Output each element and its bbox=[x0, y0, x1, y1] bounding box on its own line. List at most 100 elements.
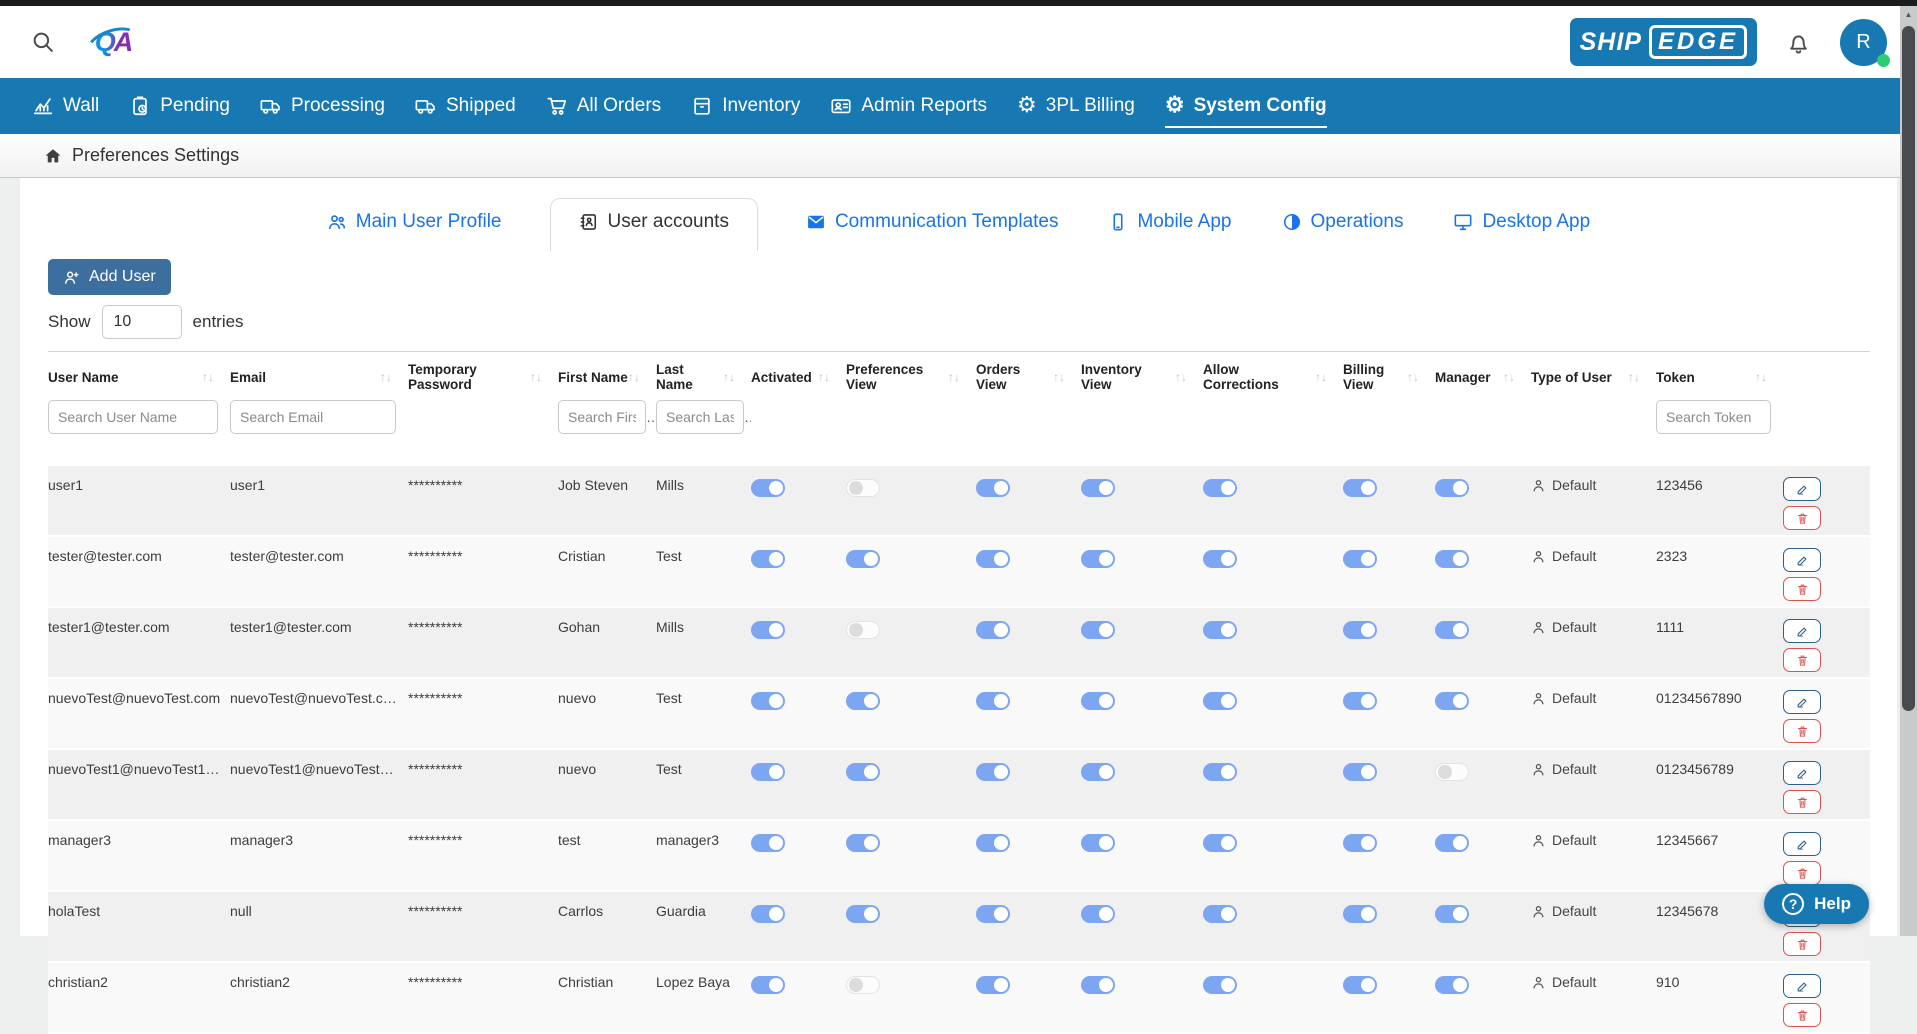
allow-corrections-toggle[interactable] bbox=[1203, 834, 1237, 852]
nav-item-admin-reports[interactable]: Admin Reports bbox=[830, 95, 987, 117]
preferences-view-toggle[interactable] bbox=[846, 905, 880, 923]
nav-item-inventory[interactable]: Inventory bbox=[691, 95, 800, 117]
sort-icon[interactable]: ↑↓ bbox=[948, 370, 960, 384]
activated-toggle[interactable] bbox=[751, 905, 785, 923]
manager-toggle[interactable] bbox=[1435, 763, 1469, 781]
nav-item-system-config[interactable]: ⚙System Config bbox=[1165, 94, 1327, 118]
help-button[interactable]: ? Help bbox=[1764, 884, 1869, 924]
column-header-temporary-password[interactable]: Temporary Password↑↓ bbox=[408, 352, 558, 399]
delete-user-button[interactable] bbox=[1783, 861, 1821, 885]
manager-toggle[interactable] bbox=[1435, 479, 1469, 497]
allow-corrections-toggle[interactable] bbox=[1203, 692, 1237, 710]
sort-icon[interactable]: ↑↓ bbox=[1053, 370, 1065, 384]
qa-company-logo[interactable]: QA bbox=[84, 19, 142, 65]
column-header-manager[interactable]: Manager↑↓ bbox=[1435, 352, 1531, 399]
sort-icon[interactable]: ↑↓ bbox=[628, 370, 640, 384]
orders-view-toggle[interactable] bbox=[976, 834, 1010, 852]
edit-user-button[interactable] bbox=[1783, 832, 1821, 856]
scrollbar[interactable]: ▲ bbox=[1900, 6, 1917, 936]
activated-toggle[interactable] bbox=[751, 763, 785, 781]
column-header-first-name[interactable]: First Name↑↓ bbox=[558, 352, 656, 399]
inventory-view-toggle[interactable] bbox=[1081, 976, 1115, 994]
tab-mobile-app[interactable]: Mobile App bbox=[1106, 201, 1233, 243]
preferences-view-toggle[interactable] bbox=[846, 479, 880, 497]
search-first-name-input[interactable] bbox=[558, 400, 646, 434]
search-token-input[interactable] bbox=[1656, 400, 1771, 434]
scrollbar-up-arrow[interactable]: ▲ bbox=[1900, 6, 1917, 22]
preferences-view-toggle[interactable] bbox=[846, 834, 880, 852]
search-button[interactable] bbox=[30, 29, 56, 55]
activated-toggle[interactable] bbox=[751, 621, 785, 639]
sort-icon[interactable]: ↑↓ bbox=[202, 370, 214, 384]
add-user-button[interactable]: Add User bbox=[48, 259, 171, 295]
billing-view-toggle[interactable] bbox=[1343, 976, 1377, 994]
allow-corrections-toggle[interactable] bbox=[1203, 905, 1237, 923]
column-header-preferences-view[interactable]: Preferences View↑↓ bbox=[846, 352, 976, 399]
tab-main-user-profile[interactable]: Main User Profile bbox=[325, 201, 504, 243]
column-header-type-of-user[interactable]: Type of User↑↓ bbox=[1531, 352, 1656, 399]
activated-toggle[interactable] bbox=[751, 550, 785, 568]
sort-icon[interactable]: ↑↓ bbox=[723, 370, 735, 384]
activated-toggle[interactable] bbox=[751, 976, 785, 994]
tab-communication-templates[interactable]: Communication Templates bbox=[804, 201, 1061, 243]
billing-view-toggle[interactable] bbox=[1343, 763, 1377, 781]
sort-icon[interactable]: ↑↓ bbox=[818, 370, 830, 384]
billing-view-toggle[interactable] bbox=[1343, 550, 1377, 568]
preferences-view-toggle[interactable] bbox=[846, 976, 880, 994]
allow-corrections-toggle[interactable] bbox=[1203, 479, 1237, 497]
orders-view-toggle[interactable] bbox=[976, 550, 1010, 568]
sort-icon[interactable]: ↑↓ bbox=[1175, 370, 1187, 384]
preferences-view-toggle[interactable] bbox=[846, 692, 880, 710]
column-header-inventory-view[interactable]: Inventory View↑↓ bbox=[1081, 352, 1203, 399]
user-avatar[interactable]: R bbox=[1840, 19, 1887, 66]
search-last-name-input[interactable] bbox=[656, 400, 744, 434]
search-user-name-input[interactable] bbox=[48, 400, 218, 434]
delete-user-button[interactable] bbox=[1783, 1003, 1821, 1027]
delete-user-button[interactable] bbox=[1783, 719, 1821, 743]
column-header-allow-corrections[interactable]: Allow Corrections↑↓ bbox=[1203, 352, 1343, 399]
inventory-view-toggle[interactable] bbox=[1081, 479, 1115, 497]
nav-item-processing[interactable]: Processing bbox=[260, 95, 385, 117]
sort-icon[interactable]: ↑↓ bbox=[530, 370, 542, 384]
inventory-view-toggle[interactable] bbox=[1081, 905, 1115, 923]
edit-user-button[interactable] bbox=[1783, 619, 1821, 643]
activated-toggle[interactable] bbox=[751, 834, 785, 852]
column-header-token[interactable]: Token↑↓ bbox=[1656, 352, 1783, 399]
sort-icon[interactable]: ↑↓ bbox=[1503, 370, 1515, 384]
allow-corrections-toggle[interactable] bbox=[1203, 763, 1237, 781]
column-header-orders-view[interactable]: Orders View↑↓ bbox=[976, 352, 1081, 399]
search-email-input[interactable] bbox=[230, 400, 396, 434]
manager-toggle[interactable] bbox=[1435, 621, 1469, 639]
delete-user-button[interactable] bbox=[1783, 790, 1821, 814]
inventory-view-toggle[interactable] bbox=[1081, 692, 1115, 710]
nav-item-all-orders[interactable]: All Orders bbox=[546, 95, 661, 117]
tab-operations[interactable]: Operations bbox=[1280, 201, 1406, 243]
column-header-billing-view[interactable]: Billing View↑↓ bbox=[1343, 352, 1435, 399]
allow-corrections-toggle[interactable] bbox=[1203, 621, 1237, 639]
orders-view-toggle[interactable] bbox=[976, 621, 1010, 639]
billing-view-toggle[interactable] bbox=[1343, 479, 1377, 497]
delete-user-button[interactable] bbox=[1783, 506, 1821, 530]
preferences-view-toggle[interactable] bbox=[846, 621, 880, 639]
inventory-view-toggle[interactable] bbox=[1081, 621, 1115, 639]
delete-user-button[interactable] bbox=[1783, 577, 1821, 601]
edit-user-button[interactable] bbox=[1783, 761, 1821, 785]
delete-user-button[interactable] bbox=[1783, 648, 1821, 672]
preferences-view-toggle[interactable] bbox=[846, 550, 880, 568]
edit-user-button[interactable] bbox=[1783, 477, 1821, 501]
orders-view-toggle[interactable] bbox=[976, 905, 1010, 923]
sort-icon[interactable]: ↑↓ bbox=[1628, 370, 1640, 384]
manager-toggle[interactable] bbox=[1435, 976, 1469, 994]
notifications-button[interactable] bbox=[1785, 29, 1812, 56]
orders-view-toggle[interactable] bbox=[976, 976, 1010, 994]
column-header-last-name[interactable]: Last Name↑↓ bbox=[656, 352, 751, 399]
scrollbar-thumb[interactable] bbox=[1902, 26, 1915, 711]
nav-item-3pl-billing[interactable]: ⚙3PL Billing bbox=[1017, 94, 1135, 118]
nav-item-pending[interactable]: Pending bbox=[129, 95, 230, 117]
orders-view-toggle[interactable] bbox=[976, 692, 1010, 710]
edit-user-button[interactable] bbox=[1783, 548, 1821, 572]
sort-icon[interactable]: ↑↓ bbox=[1315, 370, 1327, 384]
nav-item-wall[interactable]: Wall bbox=[32, 95, 99, 117]
column-header-activated[interactable]: Activated↑↓ bbox=[751, 352, 846, 399]
billing-view-toggle[interactable] bbox=[1343, 905, 1377, 923]
